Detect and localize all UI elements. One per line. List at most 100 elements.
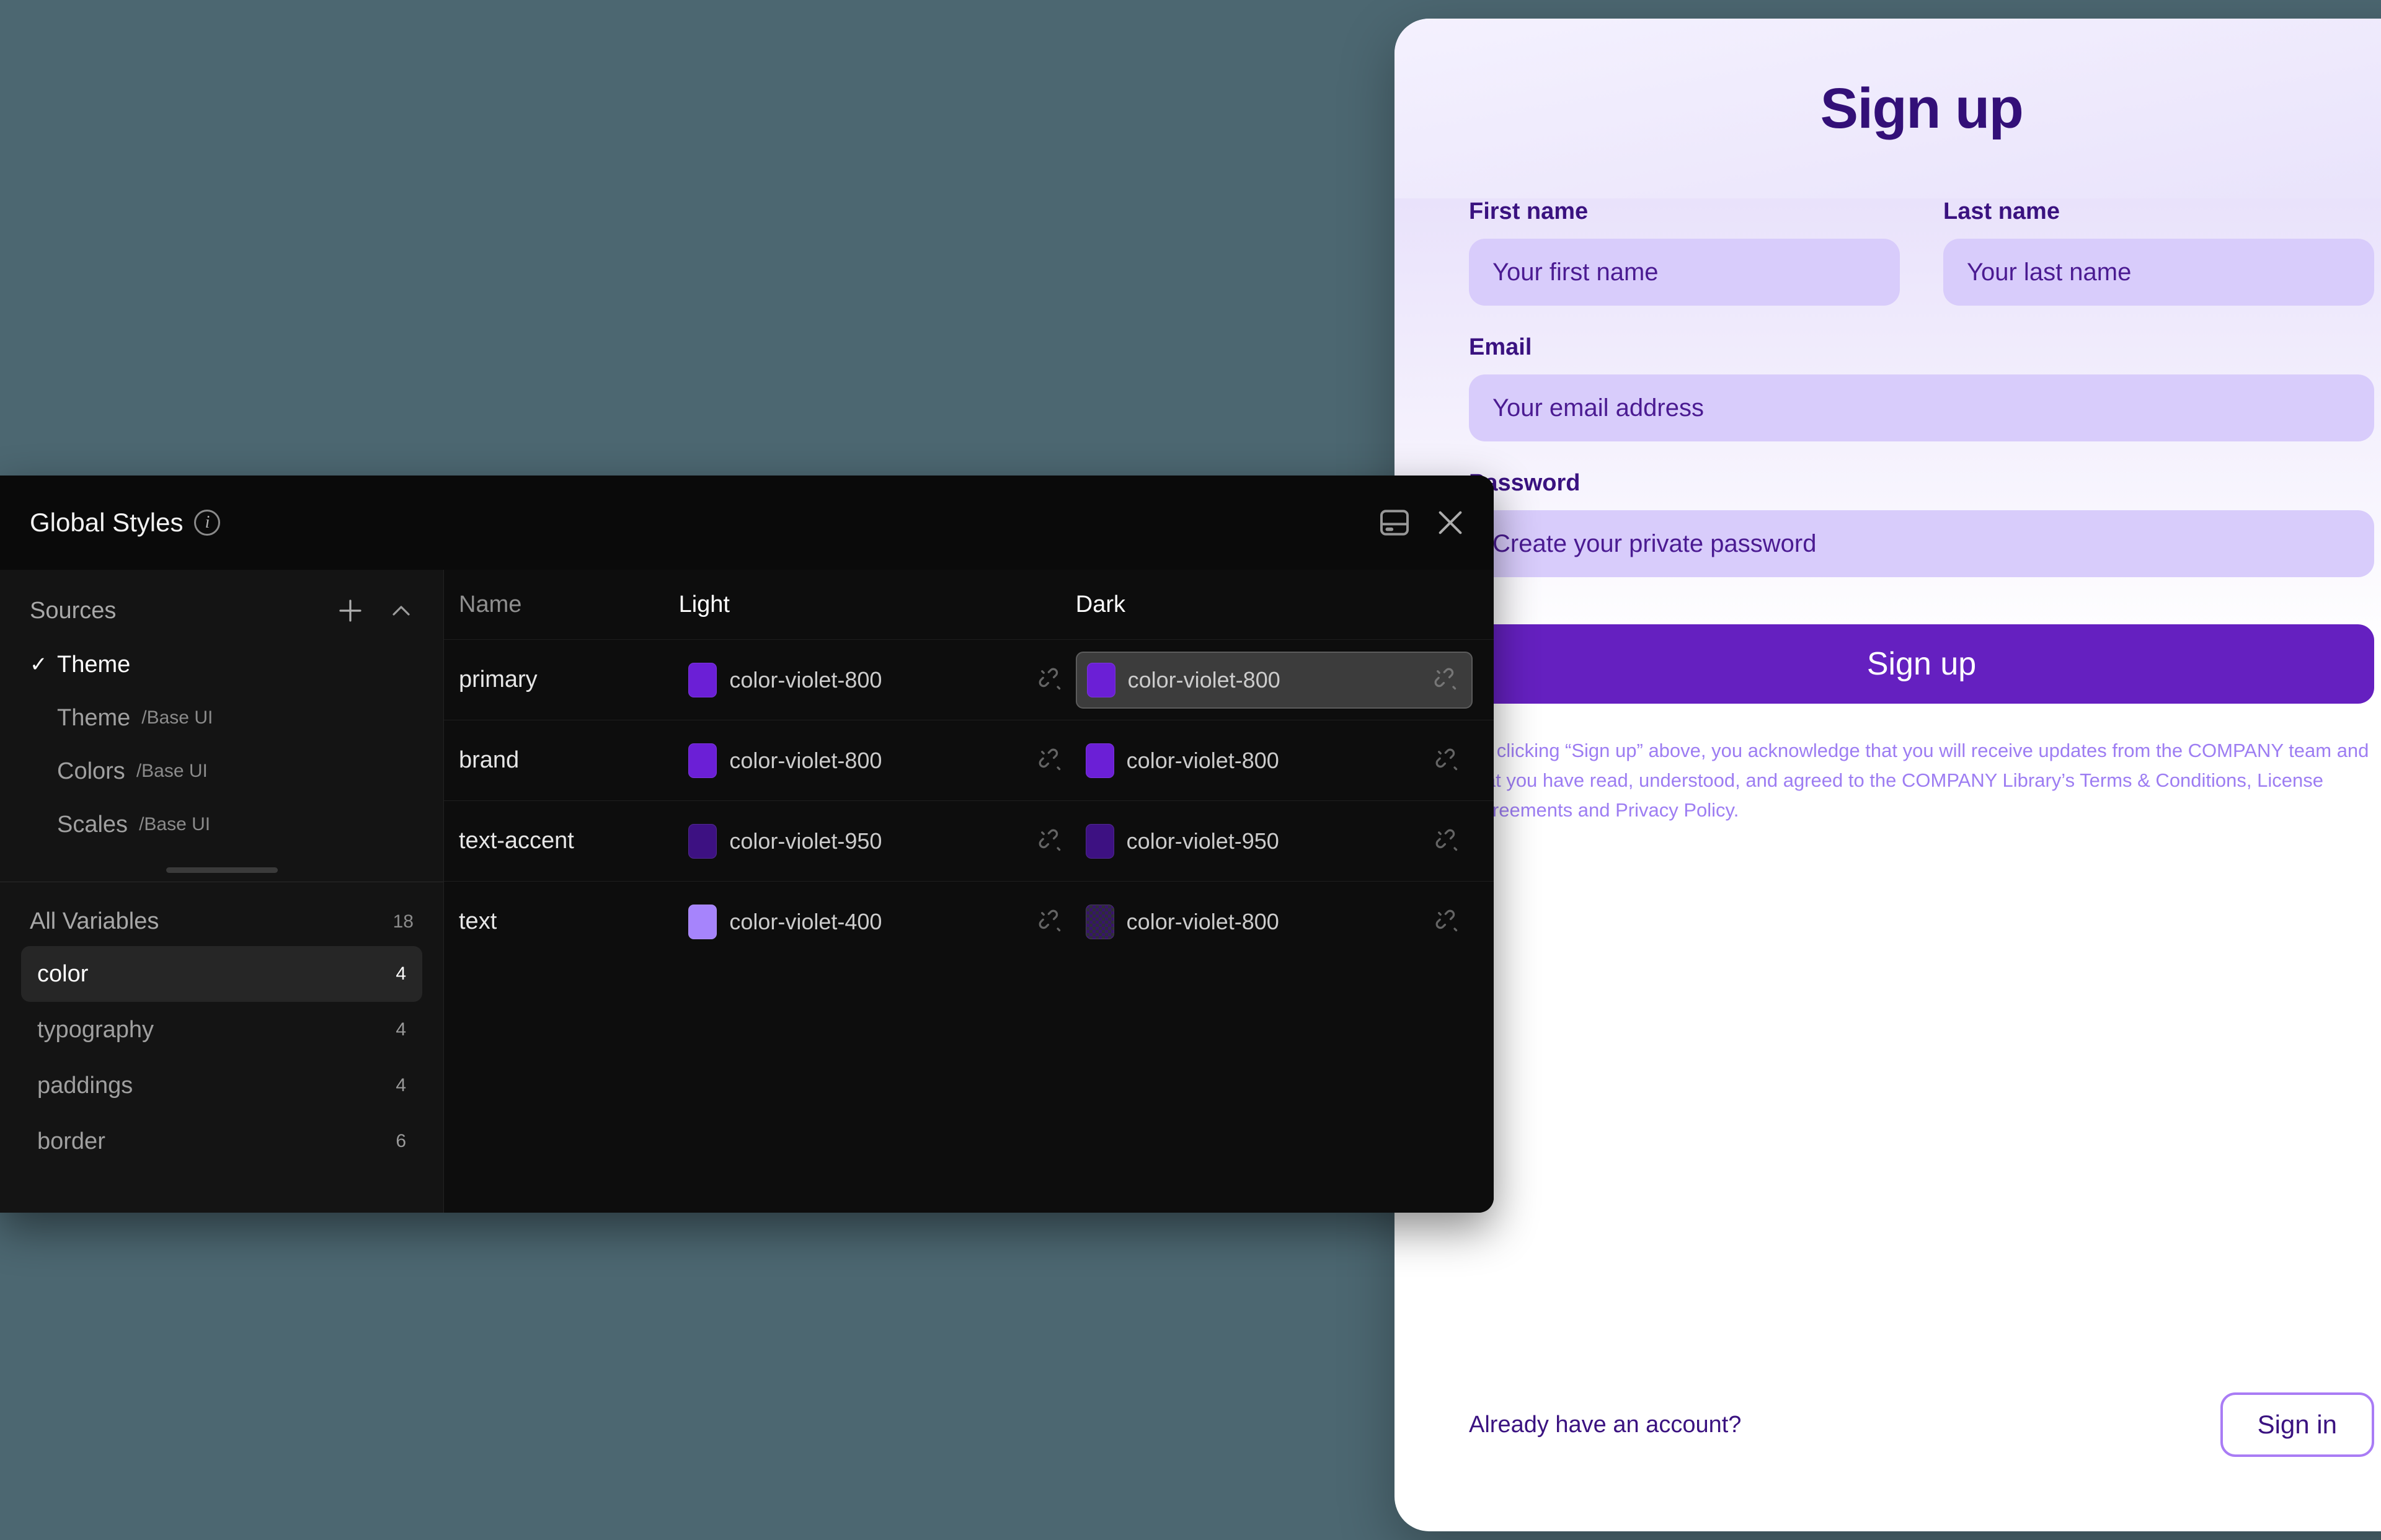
table-row: primary color-violet-800 color-violet-80… xyxy=(444,639,1494,720)
color-swatch xyxy=(688,904,717,939)
sidebar-group-paddings[interactable]: paddings 4 xyxy=(21,1058,422,1113)
last-name-input[interactable] xyxy=(1943,239,2374,306)
table-row: brand color-violet-800 color-violet-800 xyxy=(444,720,1494,800)
sources-actions xyxy=(335,596,416,626)
sidebar-source-theme-active[interactable]: ✓ Theme xyxy=(0,638,443,691)
column-header-dark: Dark xyxy=(1075,591,1126,617)
sidebar-source-theme-baseui[interactable]: Theme /Base UI xyxy=(0,691,443,745)
chevron-up-icon[interactable] xyxy=(386,596,416,626)
email-input[interactable] xyxy=(1469,374,2374,441)
save-icon[interactable] xyxy=(1377,505,1412,540)
source-name: Theme xyxy=(57,704,131,731)
group-count: 6 xyxy=(396,1131,406,1151)
unlink-icon[interactable] xyxy=(1433,666,1460,694)
dark-value-label: color-violet-800 xyxy=(1127,666,1280,693)
light-value-label: color-violet-800 xyxy=(729,666,882,693)
light-value-cell[interactable]: color-violet-800 xyxy=(678,652,1075,709)
password-field: Password xyxy=(1469,470,2374,577)
group-name: color xyxy=(37,960,89,987)
signup-hero: Sign up xyxy=(1394,19,2381,198)
sidebar-group-border[interactable]: border 6 xyxy=(21,1113,422,1169)
panel-header: Global Styles i xyxy=(0,476,1494,570)
panel-main: Sources ✓ Theme Theme /Base UI Colors /B… xyxy=(0,570,1494,1213)
group-count: 4 xyxy=(396,1019,406,1040)
group-count: 4 xyxy=(396,1075,406,1095)
source-name: Colors xyxy=(57,758,125,784)
unlink-icon[interactable] xyxy=(1434,908,1461,936)
source-path: /Base UI xyxy=(136,761,208,781)
legal-disclaimer: By clicking “Sign up” above, you acknowl… xyxy=(1469,740,2369,821)
color-swatch xyxy=(1085,823,1114,859)
light-value-cell[interactable]: color-violet-950 xyxy=(678,813,1075,870)
sidebar-scrollbar[interactable] xyxy=(166,867,278,873)
password-label: Password xyxy=(1469,470,1581,496)
signin-row: Already have an account? Sign in xyxy=(1469,1392,2374,1457)
signin-button[interactable]: Sign in xyxy=(2220,1392,2374,1457)
password-input[interactable] xyxy=(1469,510,2374,577)
sources-label: Sources xyxy=(30,597,117,624)
signup-form: First name Last name Email Password Sign… xyxy=(1394,198,2381,1531)
plus-icon[interactable] xyxy=(335,596,365,626)
info-icon[interactable]: i xyxy=(194,510,221,536)
dark-value-cell[interactable]: color-violet-800 xyxy=(1075,651,1473,709)
sidebar-divider-area xyxy=(0,851,443,882)
sidebar-group-color[interactable]: color 4 xyxy=(21,946,422,1002)
check-icon: ✓ xyxy=(30,653,48,676)
sidebar-group-typography[interactable]: typography 4 xyxy=(21,1002,422,1058)
all-variables-label: All Variables xyxy=(30,908,159,934)
light-value-cell[interactable]: color-violet-400 xyxy=(678,893,1075,950)
unlink-icon[interactable] xyxy=(1037,908,1065,936)
dark-value-label: color-violet-800 xyxy=(1126,908,1279,934)
first-name-label: First name xyxy=(1469,198,1589,224)
color-swatch xyxy=(688,823,717,859)
sources-header: Sources xyxy=(0,570,443,638)
unlink-icon[interactable] xyxy=(1037,828,1065,855)
unlink-icon[interactable] xyxy=(1037,666,1065,694)
color-swatch xyxy=(688,662,717,697)
color-swatch xyxy=(688,743,717,778)
signup-submit-button[interactable]: Sign up xyxy=(1469,624,2374,704)
variable-name: primary xyxy=(459,666,538,693)
sidebar-source-colors[interactable]: Colors /Base UI xyxy=(0,745,443,798)
table-header-row: Name Light Dark xyxy=(444,570,1494,639)
source-name: Scales xyxy=(57,811,128,838)
light-value-label: color-violet-950 xyxy=(729,828,882,854)
dark-value-cell[interactable]: color-violet-800 xyxy=(1076,893,1473,950)
color-swatch xyxy=(1085,904,1114,939)
signin-question: Already have an account? xyxy=(1469,1411,1742,1438)
close-icon[interactable] xyxy=(1433,505,1468,540)
first-name-field: First name xyxy=(1469,198,1900,306)
group-name: typography xyxy=(37,1016,154,1043)
first-name-input[interactable] xyxy=(1469,239,1900,306)
last-name-label: Last name xyxy=(1943,198,2060,224)
column-header-light: Light xyxy=(678,591,730,617)
unlink-icon[interactable] xyxy=(1434,747,1461,774)
variable-name: text xyxy=(459,908,497,934)
email-field: Email xyxy=(1469,334,2374,441)
sidebar-source-scales[interactable]: Scales /Base UI xyxy=(0,798,443,851)
color-swatch xyxy=(1085,743,1114,778)
group-count: 4 xyxy=(396,963,406,984)
name-row: First name Last name xyxy=(1469,198,2374,306)
dark-value-label: color-violet-800 xyxy=(1126,747,1279,773)
dark-value-label: color-violet-950 xyxy=(1126,828,1279,854)
last-name-field: Last name xyxy=(1943,198,2374,306)
variables-table: Name Light Dark primary color-violet-800 xyxy=(443,570,1494,1213)
group-name: border xyxy=(37,1128,105,1154)
global-styles-panel: Global Styles i Sources ✓ Theme Theme /B… xyxy=(0,476,1494,1213)
signup-card: Sign up First name Last name Email Passw… xyxy=(1394,19,2381,1531)
color-swatch xyxy=(1086,662,1115,697)
all-variables-header: All Variables 18 xyxy=(0,882,443,946)
all-variables-count: 18 xyxy=(392,911,414,932)
light-value-label: color-violet-800 xyxy=(729,747,882,773)
source-path: /Base UI xyxy=(139,814,211,834)
unlink-icon[interactable] xyxy=(1037,747,1065,774)
sidebar: Sources ✓ Theme Theme /Base UI Colors /B… xyxy=(0,570,443,1213)
table-row: text-accent color-violet-950 color-viole… xyxy=(444,800,1494,881)
dark-value-cell[interactable]: color-violet-800 xyxy=(1076,732,1473,789)
source-path: /Base UI xyxy=(141,707,213,728)
light-value-cell[interactable]: color-violet-800 xyxy=(678,732,1075,789)
table-row: text color-violet-400 color-violet-800 xyxy=(444,881,1494,962)
dark-value-cell[interactable]: color-violet-950 xyxy=(1076,813,1473,870)
unlink-icon[interactable] xyxy=(1434,828,1461,855)
